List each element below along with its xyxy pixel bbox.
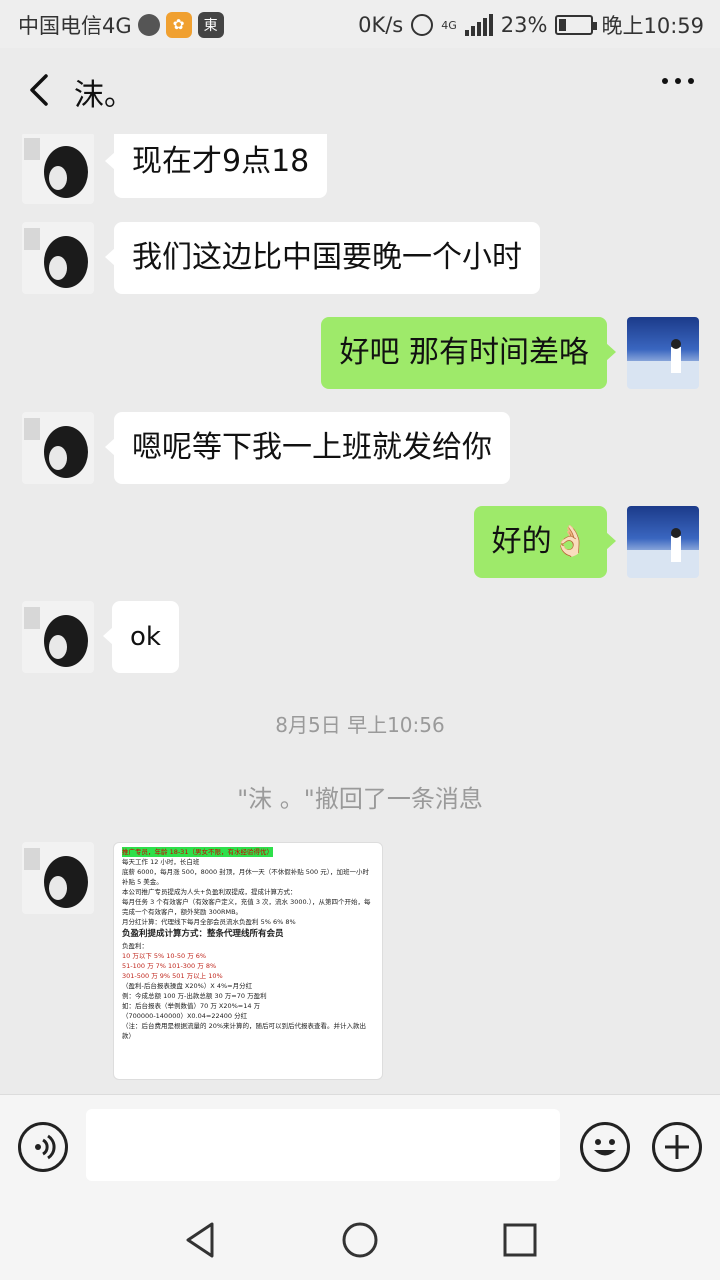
doc-line: （700000-140000）X0.04=22400 分红 [122,1012,248,1020]
signal-icon [464,14,493,36]
message-input[interactable] [86,1109,560,1181]
system-nav-bar [0,1200,720,1280]
globe-icon [137,14,160,36]
app-notification-icon-2: 東 [197,12,224,38]
timestamp-divider: 8月5日 早上10:56 [275,713,445,737]
message-bubble-incoming[interactable]: 现在才9点18 [104,134,328,198]
add-attachment-icon[interactable] [652,1122,702,1172]
chat-header: 沫。 [0,48,720,134]
nav-recents-icon[interactable] [500,1220,540,1260]
doc-line: （盈利-后台报表操盘 X20%）X 4%=月分红 [122,982,253,990]
contact-avatar[interactable] [22,412,94,484]
image-message[interactable]: 推广专员，年龄 18-31（男女不限，有水经验得优） 每天工作 12 小时，长白… [113,842,383,1080]
message-bubble-outgoing[interactable]: 好的👌🏻 [473,506,617,578]
doc-line: 底薪 6000，每月涨 500，8000 封顶，月休一天（不休假补贴 500 元… [122,868,369,886]
input-bar [0,1094,720,1200]
clock: 晚上10:59 [601,14,704,38]
back-icon[interactable] [20,70,60,110]
more-options-icon[interactable] [662,78,694,84]
network-speed: 0K/s [358,13,404,37]
doc-line: 负盈利提成计算方式：整条代理线所有会员 [122,929,284,939]
my-avatar[interactable] [627,317,699,389]
battery-icon [555,15,598,35]
doc-line: 301-500 万 9% 501 万以上 10% [122,972,223,980]
message-bubble-incoming[interactable]: 我们这边比中国要晚一个小时 [105,222,540,294]
message-bubble-incoming[interactable]: ok [103,601,179,673]
doc-line: 如：后台报表（举例数值）70 万 X20%=14 万 [122,1002,261,1010]
contact-avatar[interactable] [22,222,94,294]
voice-input-icon[interactable] [18,1122,68,1172]
nav-back-icon[interactable] [182,1220,222,1260]
doc-line: 例：今成总额 100 万-出款总额 30 万=70 万盈利 [122,992,267,1000]
contact-avatar[interactable] [22,842,94,914]
contact-avatar[interactable] [22,601,94,673]
network-type: 4G [441,18,457,32]
doc-line: 每月任务 3 个有效客户（有效客户定义，充值 3 次，流水 3000.），从第四… [122,898,371,916]
message-bubble-incoming[interactable]: 嗯呢等下我一上班就发给你 [105,412,510,484]
doc-line: 负盈利： [122,942,148,950]
battery-percent: 23% [500,13,548,37]
status-bar: 中国电信4G ✿ 東 0K/s 4G 23% 晚上10:59 [0,0,720,48]
doc-line: 本公司推广专员提成为人头+负盈利双提成，提成计算方式： [122,888,297,896]
doc-line: （注：后台费用是根据流量的 20%来计算的，随后可以到后代报表查看。并计入款出款… [122,1022,367,1040]
chat-title: 沫。 [74,78,134,113]
alarm-icon [411,14,434,36]
nav-home-icon[interactable] [340,1220,380,1260]
contact-avatar[interactable] [22,134,94,204]
recall-notice: "沫 。"撤回了一条消息 [237,785,483,813]
my-avatar[interactable] [627,506,699,578]
app-notification-icon: ✿ [165,12,192,38]
doc-line: 每天工作 12 小时，长白班 [122,858,200,866]
doc-line: 51-100 万 7% 101-300 万 8% [122,962,217,970]
carrier-label: 中国电信4G [18,14,132,38]
doc-line: 推广专员，年龄 18-31（男女不限，有水经验得优） [122,847,273,857]
doc-line: 10 万以下 5% 10-50 万 6% [122,952,207,960]
message-list[interactable]: 现在才9点18 我们这边比中国要晚一个小时 好吧 那有时间差咯 嗯呢等下我一上班… [0,134,720,1094]
doc-line: 月分红计算：代理线下每月全部会员流水负盈利 5% 6% 8% [122,918,296,926]
emoji-icon[interactable] [580,1122,630,1172]
message-bubble-outgoing[interactable]: 好吧 那有时间差咯 [321,317,616,389]
